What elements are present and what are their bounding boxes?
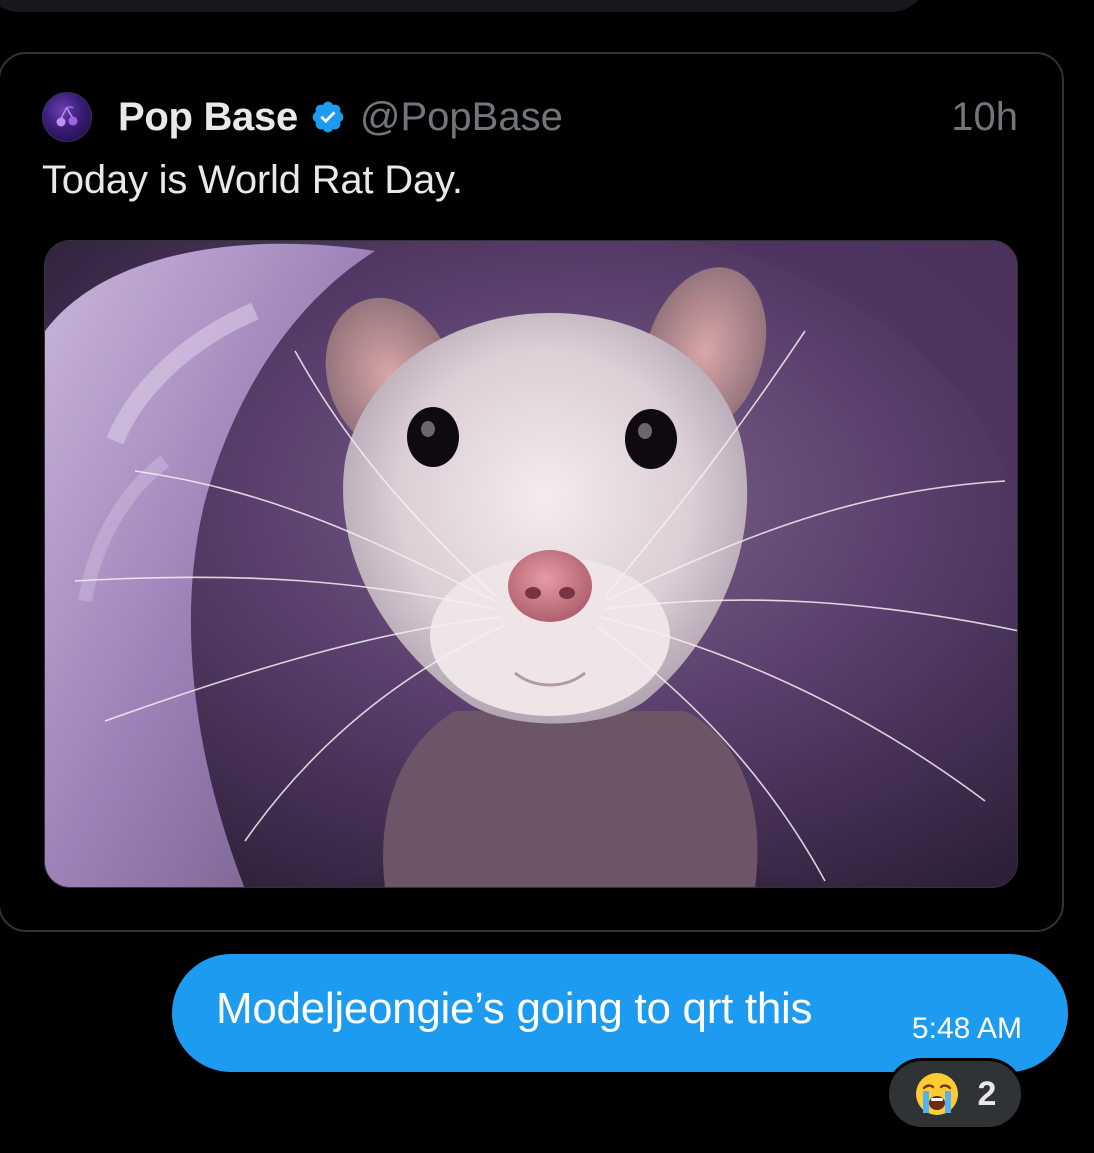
loudly-crying-face-icon <box>915 1073 958 1115</box>
quoted-tweet-header: Pop Base @PopBase 10h <box>42 92 1018 142</box>
display-name[interactable]: Pop Base <box>118 95 298 140</box>
tweet-text: Today is World Rat Day. <box>42 158 463 202</box>
reaction-badge[interactable]: 2 <box>886 1058 1024 1130</box>
avatar[interactable] <box>42 92 92 142</box>
sent-message-bubble[interactable]: Modeljeongie’s going to qrt this 5:48 AM <box>172 954 1068 1072</box>
rat-photo <box>45 241 1017 887</box>
verified-badge-icon <box>312 101 344 133</box>
message-timestamp: 5:48 AM <box>911 1012 1022 1045</box>
message-text: Modeljeongie’s going to qrt this <box>216 984 813 1033</box>
handle[interactable]: @PopBase <box>360 95 563 140</box>
reaction-count: 2 <box>977 1074 997 1113</box>
previous-message-bubble <box>0 0 930 12</box>
cherry-logo-icon <box>56 105 78 127</box>
tweet-image[interactable] <box>44 240 1018 888</box>
time-ago: 10h <box>951 94 1018 139</box>
quoted-tweet-card[interactable]: Pop Base @PopBase 10h Today is World Rat… <box>0 52 1064 932</box>
